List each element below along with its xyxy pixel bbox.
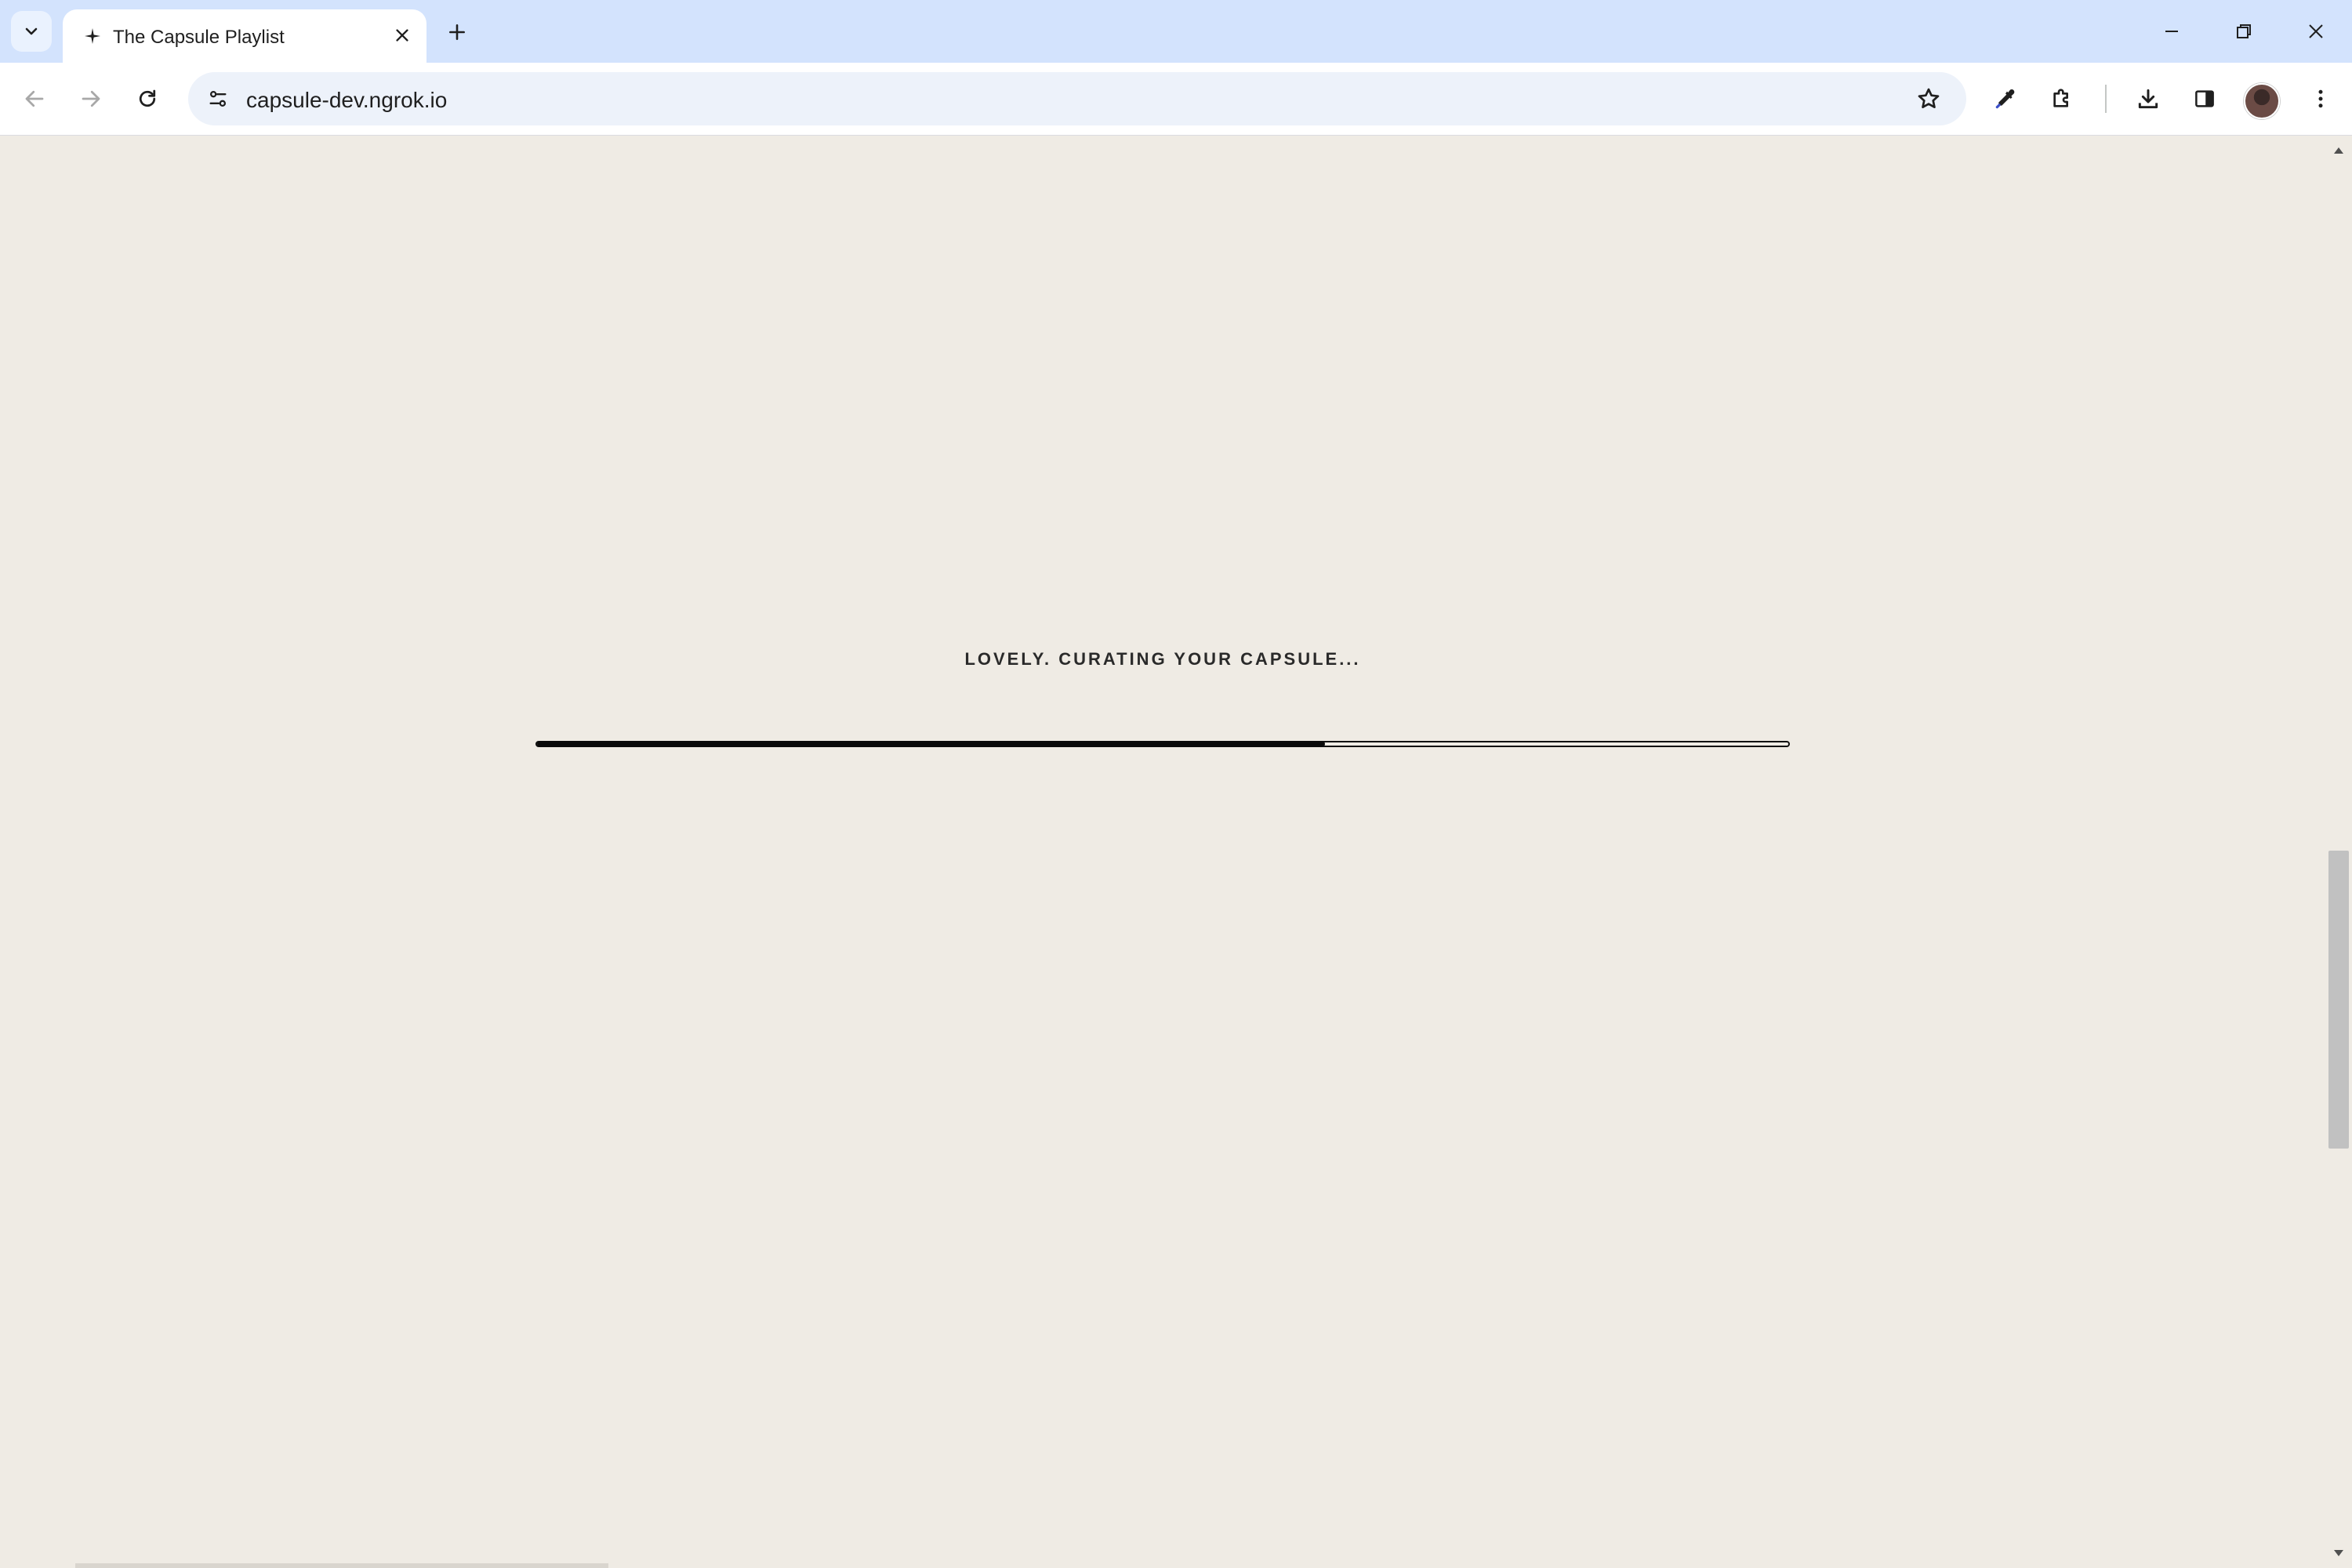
horizontal-scroll-indicator	[75, 1563, 608, 1568]
close-icon	[2309, 24, 2323, 38]
reload-icon	[139, 89, 156, 107]
arrow-right-icon	[82, 90, 100, 107]
vertical-scrollbar[interactable]	[2325, 136, 2352, 1568]
tab-close-button[interactable]	[389, 22, 416, 49]
triangle-down-icon	[2334, 1550, 2343, 1556]
chevron-down-icon	[25, 27, 38, 35]
restore-button[interactable]	[2220, 11, 2267, 52]
side-panel-icon	[2195, 90, 2214, 107]
browser-toolbar: capsule-dev.ngrok.io	[0, 63, 2352, 136]
eyedropper-button[interactable]	[1985, 78, 2026, 119]
forward-button[interactable]	[71, 78, 111, 119]
plus-icon	[449, 24, 465, 40]
scroll-thumb[interactable]	[2328, 851, 2349, 1149]
progress-bar	[535, 741, 1790, 747]
restore-icon	[2237, 24, 2251, 38]
browser-menu-button[interactable]	[2300, 78, 2341, 119]
minimize-icon	[2165, 31, 2178, 32]
new-tab-button[interactable]	[441, 16, 474, 49]
side-panel-button[interactable]	[2184, 78, 2225, 119]
minimize-button[interactable]	[2148, 11, 2195, 52]
scroll-down-button[interactable]	[2325, 1541, 2352, 1565]
close-icon	[396, 29, 408, 42]
more-vert-icon	[2318, 89, 2323, 108]
star-outline-icon	[1918, 88, 1940, 108]
reload-button[interactable]	[127, 78, 168, 119]
extensions-button[interactable]	[2042, 78, 2082, 119]
tab-search-button[interactable]	[11, 11, 52, 52]
arrow-left-icon	[25, 90, 44, 107]
progress-bar-fill	[537, 741, 1326, 747]
tab-title: The Capsule Playlist	[113, 27, 285, 48]
url-text: capsule-dev.ngrok.io	[246, 88, 448, 112]
tab-strip: The Capsule Playlist	[0, 0, 2352, 63]
triangle-up-icon	[2334, 147, 2343, 154]
toolbar-separator	[2105, 85, 2107, 113]
back-button[interactable]	[14, 78, 55, 119]
site-info-button[interactable]	[199, 80, 237, 118]
sparkle-icon	[85, 28, 100, 44]
loading-status-text: LOVELY. CURATING YOUR CAPSULE...	[964, 649, 1361, 669]
bookmark-button[interactable]	[1910, 80, 1947, 118]
scroll-up-button[interactable]	[2325, 139, 2352, 162]
puzzle-icon	[2053, 89, 2068, 107]
download-icon	[2138, 89, 2158, 109]
eyedropper-icon	[1995, 89, 2015, 109]
tune-icon	[209, 90, 227, 107]
address-bar[interactable]: capsule-dev.ngrok.io	[188, 72, 1966, 125]
downloads-button[interactable]	[2128, 78, 2169, 119]
tab-active[interactable]: The Capsule Playlist	[63, 9, 426, 63]
browser-window: The Capsule Playlist capsule-dev.ngrok.i…	[0, 0, 2352, 1568]
close-window-button[interactable]	[2292, 11, 2339, 52]
page-content: LOVELY. CURATING YOUR CAPSULE...	[0, 136, 2325, 1568]
avatar[interactable]	[2244, 83, 2280, 119]
